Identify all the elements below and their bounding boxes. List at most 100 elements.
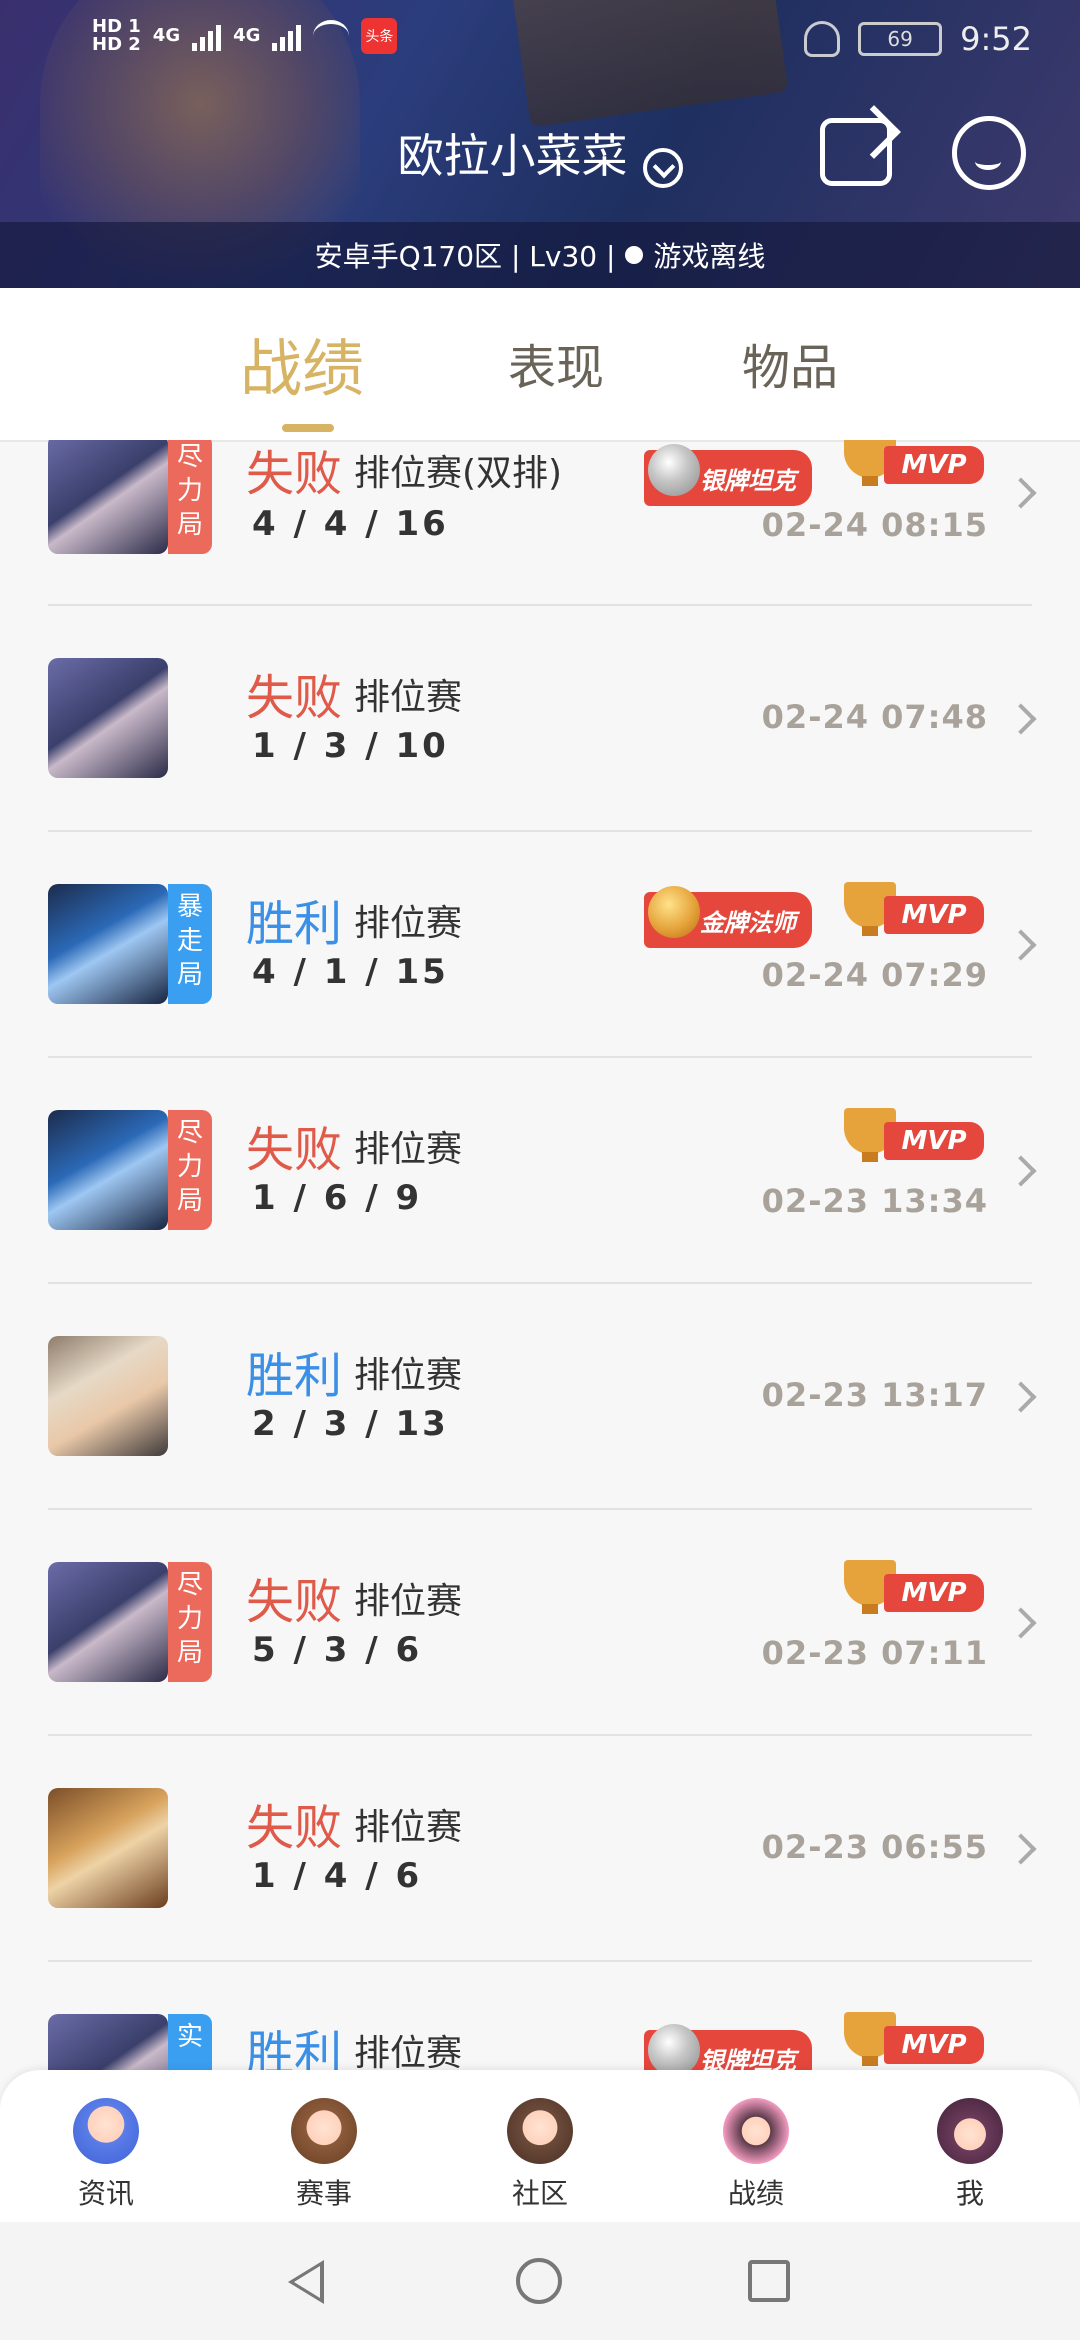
network1-label: 4G: [152, 25, 181, 46]
nav-label: 我: [955, 2177, 984, 2210]
match-tag: 尽力局: [168, 440, 212, 554]
chevron-right-icon: [1005, 929, 1037, 961]
account-switcher[interactable]: 欧拉小菜菜: [0, 120, 1080, 188]
hero-avatar: [48, 440, 168, 554]
match-tag: 暴走局: [168, 884, 212, 1004]
hero-avatar: [48, 884, 168, 1004]
match-kda: 1 / 6 / 9: [252, 1178, 423, 1218]
nav-label: 赛事: [295, 2177, 352, 2210]
match-result: 失败: [246, 1800, 343, 1856]
match-tag: 尽力局: [168, 1562, 212, 1682]
sim2-label: HD 2: [92, 34, 141, 55]
match-mode: 排位赛(双排): [354, 453, 563, 494]
news-mascot-icon: [73, 2098, 139, 2164]
active-tab-indicator: [282, 424, 334, 432]
nav-community[interactable]: 社区: [480, 2098, 600, 2212]
match-kda: 5 / 3 / 6: [252, 1630, 423, 1670]
match-kda: 2 / 3 / 13: [252, 1404, 449, 1444]
system-navigation-bar: [0, 2222, 1080, 2340]
match-time: 02-23 13:17: [761, 1376, 988, 1414]
hero-avatar: [48, 1110, 168, 1230]
medal-label: 金牌法师: [700, 908, 796, 937]
nav-news[interactable]: 资讯: [46, 2098, 166, 2212]
match-row[interactable]: 尽力局 失败 排位赛 5 / 3 / 6 MVP 02-23 07:11: [48, 1510, 1037, 1736]
profile-header: HD 1 HD 2 4G 4G 头条 69 9:52 欧拉小菜菜 安卓手Q170…: [0, 0, 1080, 288]
mvp-label: MVP: [884, 1122, 984, 1160]
chevron-right-icon: [1005, 703, 1037, 735]
share-icon[interactable]: [820, 118, 892, 186]
nav-me[interactable]: 我: [910, 2098, 1030, 2212]
match-tag: 实: [168, 2014, 212, 2070]
medal-label: 银牌坦克: [700, 466, 796, 495]
match-row[interactable]: 实 胜利 排位赛 银牌坦克 MVP: [48, 1962, 1032, 2070]
signal1-icon: [192, 21, 222, 51]
news-app-icon: 头条: [361, 18, 398, 54]
back-icon[interactable]: [288, 2260, 324, 2304]
mvp-badge: MVP: [844, 1108, 984, 1168]
match-row[interactable]: 失败 排位赛 1 / 4 / 6 02-23 06:55: [48, 1736, 1037, 1962]
chat-icon[interactable]: [952, 116, 1026, 190]
match-time: 02-23 13:34: [761, 1182, 988, 1220]
nav-record[interactable]: 战绩: [696, 2098, 816, 2212]
me-mascot-icon: [937, 2098, 1003, 2164]
server-level-text: 安卓手Q170区 | Lv30 |: [314, 240, 616, 273]
community-mascot-icon: [507, 2098, 573, 2164]
match-list[interactable]: 尽力局 失败 排位赛(双排) 4 / 4 / 16 银牌坦克 MVP 02-24…: [0, 440, 1080, 2070]
match-result: 失败: [246, 446, 343, 502]
match-result: 胜利: [246, 2026, 343, 2070]
match-kda: 4 / 1 / 15: [252, 952, 449, 992]
medal-badge: 金牌法师: [644, 886, 812, 948]
hero-avatar: [48, 1788, 168, 1908]
medal-label: 银牌坦克: [700, 2046, 796, 2071]
match-result: 胜利: [246, 896, 343, 952]
recent-apps-icon[interactable]: [748, 2260, 790, 2302]
match-mode: 排位赛: [354, 1581, 463, 1622]
match-row[interactable]: 失败 排位赛 1 / 3 / 10 02-24 07:48: [48, 606, 1037, 832]
mvp-label: MVP: [884, 2026, 984, 2064]
match-row[interactable]: 尽力局 失败 排位赛 1 / 6 / 9 MVP 02-23 13:34: [48, 1058, 1037, 1284]
mvp-label: MVP: [884, 1574, 984, 1612]
battery-icon: 69: [858, 22, 943, 56]
match-time: 02-24 07:29: [761, 956, 988, 994]
bottom-navigation: 资讯 赛事 社区 战绩 我: [0, 2070, 1080, 2222]
match-result: 失败: [246, 670, 343, 726]
match-mode: 排位赛: [354, 903, 463, 944]
match-result: 胜利: [246, 1348, 343, 1404]
match-time: 02-23 07:11: [761, 1634, 988, 1672]
tab-bar: 战绩 表现 物品: [0, 288, 1080, 442]
tab-performance[interactable]: 表现: [508, 328, 604, 398]
chevron-right-icon: [1005, 477, 1037, 509]
record-mascot-icon: [723, 2098, 789, 2164]
match-kda: 1 / 4 / 6: [252, 1856, 423, 1896]
match-mode: 排位赛: [354, 1807, 463, 1848]
chevron-right-icon: [1005, 1607, 1037, 1639]
hero-avatar: [48, 1562, 168, 1682]
player-info-bar: 安卓手Q170区 | Lv30 | 游戏离线: [0, 222, 1080, 288]
silver-medal-icon: [648, 2024, 700, 2070]
online-status: 游戏离线: [653, 240, 766, 273]
match-mode: 排位赛: [354, 1355, 463, 1396]
chevron-right-icon: [1005, 1155, 1037, 1187]
silent-bell-icon: [804, 21, 841, 57]
mvp-badge: MVP: [844, 440, 984, 492]
nav-label: 社区: [511, 2177, 568, 2210]
medal-badge: 银牌坦克: [644, 2024, 812, 2071]
chevron-right-icon: [1005, 1381, 1037, 1413]
chevron-down-icon: [642, 147, 683, 188]
match-row[interactable]: 暴走局 胜利 排位赛 4 / 1 / 15 金牌法师 MVP 02-24 07:…: [48, 832, 1037, 1058]
match-kda: 1 / 3 / 10: [252, 726, 449, 766]
match-time: 02-24 08:15: [761, 506, 988, 544]
nav-label: 战绩: [727, 2177, 784, 2210]
mvp-badge: MVP: [844, 2012, 984, 2070]
match-row[interactable]: 尽力局 失败 排位赛(双排) 4 / 4 / 16 银牌坦克 MVP 02-24…: [48, 440, 1037, 606]
silver-medal-icon: [648, 444, 700, 496]
tab-items[interactable]: 物品: [742, 328, 838, 398]
events-mascot-icon: [291, 2098, 357, 2164]
match-row[interactable]: 胜利 排位赛 2 / 3 / 13 02-23 13:17: [48, 1284, 1037, 1510]
match-time: 02-24 07:48: [761, 698, 988, 736]
player-name: 欧拉小菜菜: [397, 129, 628, 183]
nav-label: 资讯: [77, 2177, 134, 2210]
nav-events[interactable]: 赛事: [264, 2098, 384, 2212]
tab-record[interactable]: 战绩: [240, 318, 364, 408]
home-icon[interactable]: [516, 2258, 562, 2304]
